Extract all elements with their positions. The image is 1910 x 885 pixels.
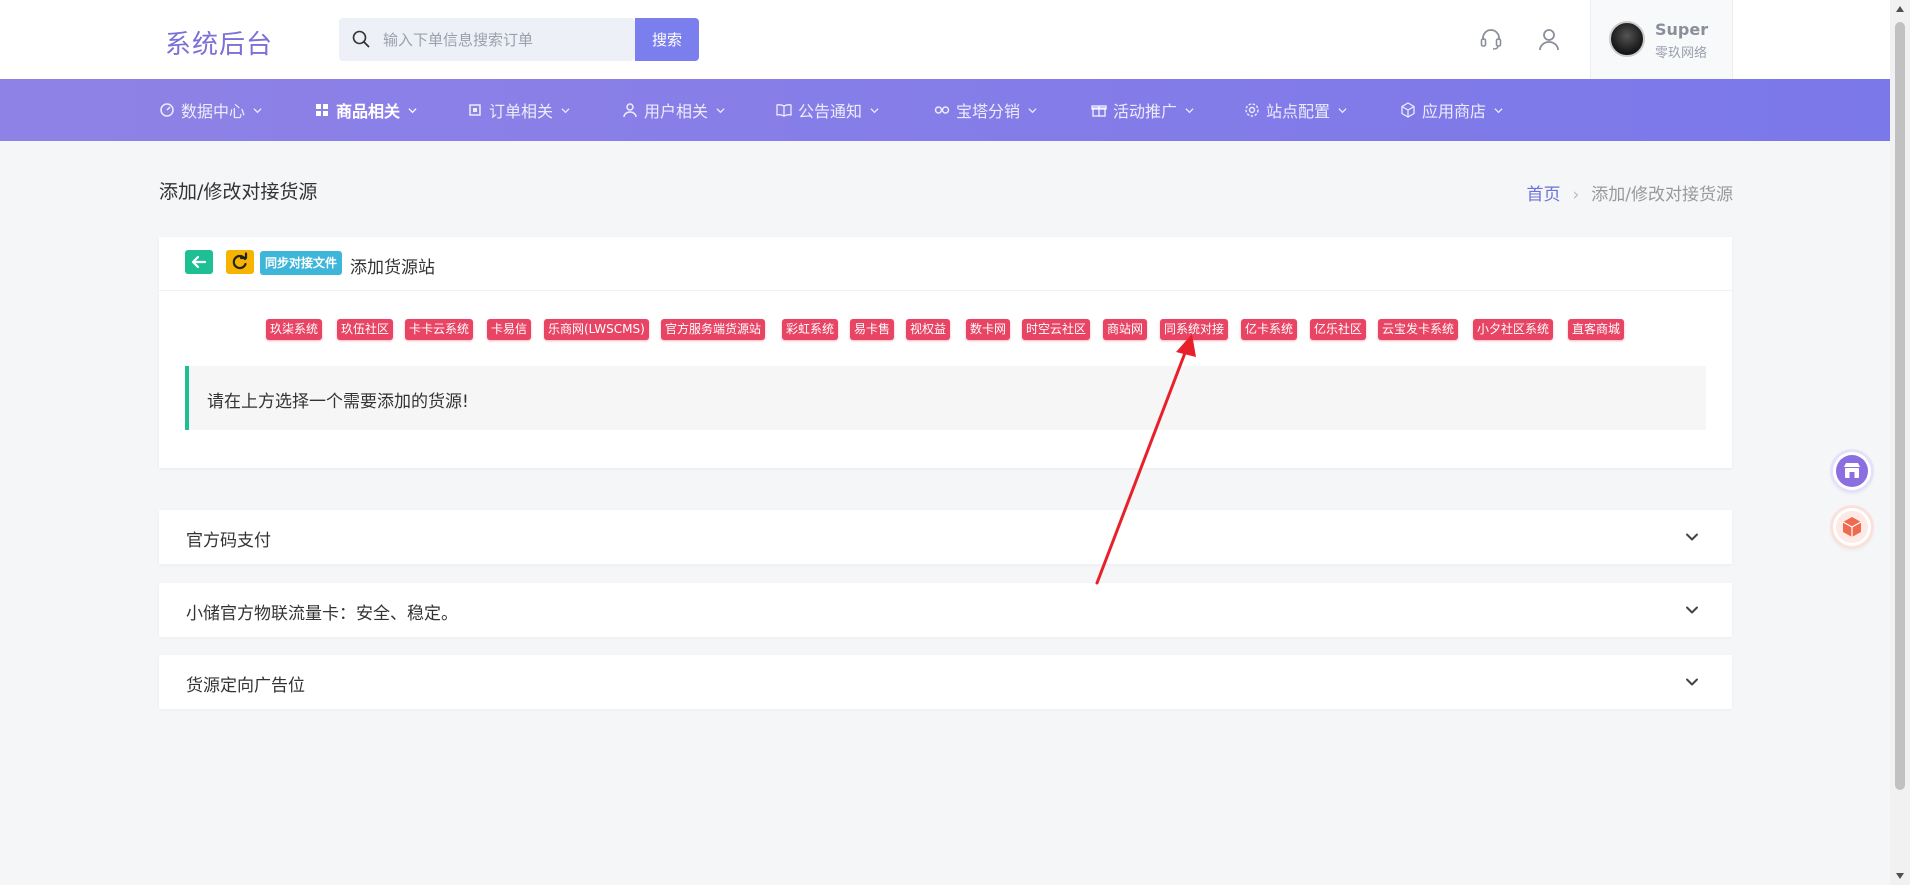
- breadcrumb: 首页 › 添加/修改对接货源: [1526, 180, 1733, 205]
- scroll-up-icon[interactable]: [1896, 6, 1904, 12]
- search-button[interactable]: 搜索: [635, 18, 699, 61]
- source-tag[interactable]: 同系统对接: [1160, 319, 1229, 340]
- source-tag[interactable]: 易卡售: [850, 319, 895, 340]
- headset-icon[interactable]: [1478, 26, 1504, 52]
- nav-item-users[interactable]: 用户相关: [622, 79, 725, 141]
- nav-label: 数据中心: [181, 102, 246, 121]
- cube-icon: [1836, 511, 1868, 543]
- source-tag[interactable]: 卡卡云系统: [405, 319, 474, 340]
- user-icon: [623, 103, 637, 118]
- chevron-down-icon: [408, 107, 417, 113]
- accordion-iot-sim[interactable]: 小储官方物联流量卡：安全、稳定。: [159, 583, 1732, 637]
- nav-item-site-config[interactable]: 站点配置: [1244, 79, 1347, 141]
- source-tag[interactable]: 云宝发卡系统: [1378, 319, 1459, 340]
- nav-item-distribution[interactable]: 宝塔分销: [934, 79, 1037, 141]
- nav-item-announcements[interactable]: 公告通知: [776, 79, 879, 141]
- nav-item-data-center[interactable]: 数据中心: [159, 79, 262, 141]
- source-tag[interactable]: 卡易信: [487, 319, 532, 340]
- chevron-down-icon: [253, 107, 262, 113]
- back-button[interactable]: [185, 250, 213, 274]
- main-nav: 数据中心 商品相关 订单相关 用户相关 公告通知 宝塔分销 活动推广 站点配置: [0, 79, 1890, 141]
- source-tag[interactable]: 彩虹系统: [782, 319, 839, 340]
- search-input[interactable]: [383, 18, 613, 61]
- nav-item-app-store[interactable]: 应用商店: [1400, 79, 1503, 141]
- source-tag[interactable]: 亿乐社区: [1310, 319, 1367, 340]
- source-tag[interactable]: 商站网: [1103, 319, 1148, 340]
- page-scrollbar[interactable]: [1890, 0, 1910, 885]
- refresh-button[interactable]: [226, 250, 254, 274]
- nav-item-products[interactable]: 商品相关: [314, 79, 417, 141]
- scroll-down-icon[interactable]: [1896, 873, 1904, 879]
- chevron-down-icon: [1686, 533, 1698, 541]
- source-tag[interactable]: 数卡网: [966, 319, 1011, 340]
- shop-icon: [1836, 455, 1868, 487]
- chevron-down-icon: [1028, 107, 1037, 113]
- user-name: Super: [1655, 20, 1709, 39]
- nav-label: 应用商店: [1422, 102, 1487, 121]
- breadcrumb-separator-icon: ›: [1572, 185, 1580, 205]
- nav-label: 商品相关: [336, 102, 401, 121]
- top-header: 系统后台 搜索 Super 零玖网络: [0, 0, 1890, 79]
- source-tag[interactable]: 视权益: [906, 319, 951, 340]
- source-tag[interactable]: 玖伍社区: [337, 319, 394, 340]
- source-tag[interactable]: 亿卡系统: [1241, 319, 1298, 340]
- refresh-icon: [232, 252, 248, 270]
- search-box: [339, 18, 635, 61]
- user-icon[interactable]: [1536, 26, 1562, 52]
- add-source-card: 同步对接文件 添加货源站 玖柒系统 玖伍社区 卡卡云系统 卡易信 乐商网(LWS…: [159, 237, 1732, 468]
- chevron-down-icon: [1338, 107, 1347, 113]
- gear-icon: [1245, 103, 1259, 117]
- card-title: 添加货源站: [350, 258, 435, 278]
- search-icon: [352, 30, 370, 48]
- grid-icon: [316, 104, 328, 116]
- gift-icon: [1091, 105, 1107, 117]
- chevron-down-icon: [1494, 107, 1503, 113]
- app-logo[interactable]: 系统后台: [165, 24, 273, 61]
- page-title: 添加/修改对接货源: [159, 181, 318, 203]
- dashboard-icon: [160, 103, 174, 117]
- nav-label: 用户相关: [644, 102, 709, 121]
- accordion-ad-slot[interactable]: 货源定向广告位: [159, 655, 1732, 709]
- notice-text: 请在上方选择一个需要添加的货源!: [207, 392, 469, 412]
- source-tag[interactable]: 官方服务端货源站: [661, 319, 766, 340]
- chevron-down-icon: [1185, 107, 1194, 113]
- nav-label: 站点配置: [1266, 102, 1331, 121]
- nav-item-orders[interactable]: 订单相关: [467, 79, 570, 141]
- box-icon: [1401, 102, 1415, 118]
- source-tag[interactable]: 玖柒系统: [266, 319, 323, 340]
- chevron-down-icon: [1686, 678, 1698, 686]
- float-cube-button[interactable]: [1833, 508, 1871, 546]
- accordion-label: 小储官方物联流量卡：安全、稳定。: [186, 604, 458, 624]
- sync-files-button[interactable]: 同步对接文件: [260, 251, 343, 275]
- breadcrumb-current: 添加/修改对接货源: [1591, 185, 1733, 205]
- link-icon: [934, 106, 950, 114]
- accordion-label: 货源定向广告位: [186, 676, 305, 696]
- breadcrumb-home-link[interactable]: 首页: [1526, 185, 1560, 205]
- arrow-left-icon: [191, 255, 207, 269]
- chevron-down-icon: [561, 107, 570, 113]
- avatar: [1609, 21, 1645, 57]
- chevron-down-icon: [1686, 606, 1698, 614]
- card-header: 同步对接文件 添加货源站: [159, 237, 1732, 291]
- float-shop-button[interactable]: [1833, 452, 1871, 490]
- nav-item-promotions[interactable]: 活动推广: [1091, 79, 1194, 141]
- user-role: 零玖网络: [1655, 46, 1708, 61]
- source-tag[interactable]: 直客商城: [1568, 319, 1625, 340]
- accordion-official-pay[interactable]: 官方码支付: [159, 510, 1732, 564]
- select-source-notice: 请在上方选择一个需要添加的货源!: [185, 366, 1706, 430]
- source-tag[interactable]: 乐商网(LWSCMS): [544, 319, 649, 340]
- nav-label: 公告通知: [798, 102, 863, 121]
- source-tag[interactable]: 小夕社区系统: [1473, 319, 1554, 340]
- source-tag[interactable]: 时空云社区: [1022, 319, 1091, 340]
- accordion-label: 官方码支付: [186, 531, 271, 551]
- book-icon: [776, 104, 792, 117]
- nav-label: 宝塔分销: [956, 102, 1021, 121]
- chevron-down-icon: [870, 107, 879, 113]
- scrollbar-thumb[interactable]: [1895, 22, 1905, 790]
- order-icon: [469, 104, 481, 116]
- nav-label: 活动推广: [1113, 102, 1178, 121]
- nav-label: 订单相关: [489, 102, 554, 121]
- user-menu[interactable]: Super 零玖网络: [1590, 0, 1733, 79]
- chevron-down-icon: [716, 107, 725, 113]
